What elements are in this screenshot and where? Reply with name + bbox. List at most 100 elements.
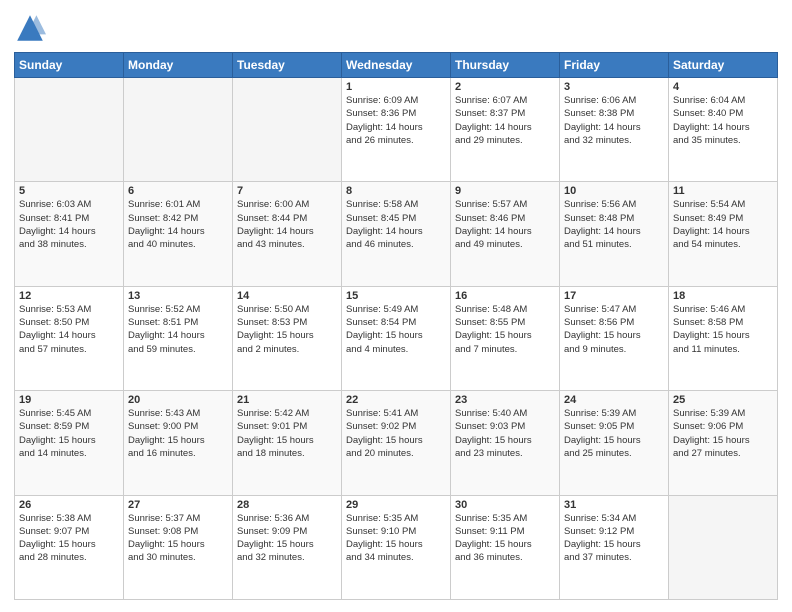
calendar-cell: 6Sunrise: 6:01 AM Sunset: 8:42 PM Daylig… — [124, 182, 233, 286]
logo — [14, 12, 50, 44]
day-info: Sunrise: 6:04 AM Sunset: 8:40 PM Dayligh… — [673, 94, 773, 147]
day-info: Sunrise: 5:39 AM Sunset: 9:05 PM Dayligh… — [564, 407, 664, 460]
day-number: 4 — [673, 81, 773, 93]
calendar-cell: 25Sunrise: 5:39 AM Sunset: 9:06 PM Dayli… — [669, 391, 778, 495]
calendar-cell: 19Sunrise: 5:45 AM Sunset: 8:59 PM Dayli… — [15, 391, 124, 495]
day-number: 22 — [346, 394, 446, 406]
day-number: 27 — [128, 499, 228, 511]
day-info: Sunrise: 5:54 AM Sunset: 8:49 PM Dayligh… — [673, 198, 773, 251]
day-info: Sunrise: 5:48 AM Sunset: 8:55 PM Dayligh… — [455, 303, 555, 356]
day-info: Sunrise: 5:43 AM Sunset: 9:00 PM Dayligh… — [128, 407, 228, 460]
calendar-cell: 22Sunrise: 5:41 AM Sunset: 9:02 PM Dayli… — [342, 391, 451, 495]
day-number: 7 — [237, 185, 337, 197]
day-number: 16 — [455, 290, 555, 302]
day-info: Sunrise: 5:47 AM Sunset: 8:56 PM Dayligh… — [564, 303, 664, 356]
day-number: 11 — [673, 185, 773, 197]
day-info: Sunrise: 5:58 AM Sunset: 8:45 PM Dayligh… — [346, 198, 446, 251]
day-number: 25 — [673, 394, 773, 406]
day-info: Sunrise: 5:42 AM Sunset: 9:01 PM Dayligh… — [237, 407, 337, 460]
day-info: Sunrise: 5:38 AM Sunset: 9:07 PM Dayligh… — [19, 512, 119, 565]
week-row-4: 19Sunrise: 5:45 AM Sunset: 8:59 PM Dayli… — [15, 391, 778, 495]
calendar-cell: 8Sunrise: 5:58 AM Sunset: 8:45 PM Daylig… — [342, 182, 451, 286]
day-number: 9 — [455, 185, 555, 197]
day-info: Sunrise: 5:39 AM Sunset: 9:06 PM Dayligh… — [673, 407, 773, 460]
calendar-cell: 12Sunrise: 5:53 AM Sunset: 8:50 PM Dayli… — [15, 286, 124, 390]
day-number: 3 — [564, 81, 664, 93]
day-number: 14 — [237, 290, 337, 302]
day-info: Sunrise: 5:50 AM Sunset: 8:53 PM Dayligh… — [237, 303, 337, 356]
calendar-cell: 4Sunrise: 6:04 AM Sunset: 8:40 PM Daylig… — [669, 78, 778, 182]
day-info: Sunrise: 6:01 AM Sunset: 8:42 PM Dayligh… — [128, 198, 228, 251]
calendar-table: SundayMondayTuesdayWednesdayThursdayFrid… — [14, 52, 778, 600]
day-number: 28 — [237, 499, 337, 511]
calendar-cell: 18Sunrise: 5:46 AM Sunset: 8:58 PM Dayli… — [669, 286, 778, 390]
day-info: Sunrise: 5:56 AM Sunset: 8:48 PM Dayligh… — [564, 198, 664, 251]
weekday-header-wednesday: Wednesday — [342, 53, 451, 78]
day-info: Sunrise: 5:34 AM Sunset: 9:12 PM Dayligh… — [564, 512, 664, 565]
calendar-cell: 26Sunrise: 5:38 AM Sunset: 9:07 PM Dayli… — [15, 495, 124, 599]
day-number: 18 — [673, 290, 773, 302]
day-info: Sunrise: 6:06 AM Sunset: 8:38 PM Dayligh… — [564, 94, 664, 147]
calendar-cell: 24Sunrise: 5:39 AM Sunset: 9:05 PM Dayli… — [560, 391, 669, 495]
calendar-cell: 21Sunrise: 5:42 AM Sunset: 9:01 PM Dayli… — [233, 391, 342, 495]
calendar-cell: 7Sunrise: 6:00 AM Sunset: 8:44 PM Daylig… — [233, 182, 342, 286]
calendar-cell: 1Sunrise: 6:09 AM Sunset: 8:36 PM Daylig… — [342, 78, 451, 182]
calendar-cell: 15Sunrise: 5:49 AM Sunset: 8:54 PM Dayli… — [342, 286, 451, 390]
calendar-cell: 29Sunrise: 5:35 AM Sunset: 9:10 PM Dayli… — [342, 495, 451, 599]
day-number: 6 — [128, 185, 228, 197]
day-info: Sunrise: 5:37 AM Sunset: 9:08 PM Dayligh… — [128, 512, 228, 565]
day-number: 10 — [564, 185, 664, 197]
day-number: 2 — [455, 81, 555, 93]
page: SundayMondayTuesdayWednesdayThursdayFrid… — [0, 0, 792, 612]
calendar-cell: 5Sunrise: 6:03 AM Sunset: 8:41 PM Daylig… — [15, 182, 124, 286]
day-info: Sunrise: 5:57 AM Sunset: 8:46 PM Dayligh… — [455, 198, 555, 251]
day-info: Sunrise: 6:09 AM Sunset: 8:36 PM Dayligh… — [346, 94, 446, 147]
day-number: 15 — [346, 290, 446, 302]
calendar-cell: 10Sunrise: 5:56 AM Sunset: 8:48 PM Dayli… — [560, 182, 669, 286]
day-number: 5 — [19, 185, 119, 197]
weekday-header-row: SundayMondayTuesdayWednesdayThursdayFrid… — [15, 53, 778, 78]
calendar-cell: 2Sunrise: 6:07 AM Sunset: 8:37 PM Daylig… — [451, 78, 560, 182]
day-number: 8 — [346, 185, 446, 197]
day-info: Sunrise: 5:45 AM Sunset: 8:59 PM Dayligh… — [19, 407, 119, 460]
calendar-cell: 27Sunrise: 5:37 AM Sunset: 9:08 PM Dayli… — [124, 495, 233, 599]
day-info: Sunrise: 6:03 AM Sunset: 8:41 PM Dayligh… — [19, 198, 119, 251]
weekday-header-thursday: Thursday — [451, 53, 560, 78]
day-number: 1 — [346, 81, 446, 93]
day-info: Sunrise: 5:36 AM Sunset: 9:09 PM Dayligh… — [237, 512, 337, 565]
week-row-5: 26Sunrise: 5:38 AM Sunset: 9:07 PM Dayli… — [15, 495, 778, 599]
calendar-cell: 31Sunrise: 5:34 AM Sunset: 9:12 PM Dayli… — [560, 495, 669, 599]
calendar-cell: 11Sunrise: 5:54 AM Sunset: 8:49 PM Dayli… — [669, 182, 778, 286]
weekday-header-friday: Friday — [560, 53, 669, 78]
calendar-cell — [669, 495, 778, 599]
day-number: 20 — [128, 394, 228, 406]
calendar-cell: 28Sunrise: 5:36 AM Sunset: 9:09 PM Dayli… — [233, 495, 342, 599]
calendar-cell: 14Sunrise: 5:50 AM Sunset: 8:53 PM Dayli… — [233, 286, 342, 390]
calendar-cell: 13Sunrise: 5:52 AM Sunset: 8:51 PM Dayli… — [124, 286, 233, 390]
day-info: Sunrise: 5:52 AM Sunset: 8:51 PM Dayligh… — [128, 303, 228, 356]
day-info: Sunrise: 5:41 AM Sunset: 9:02 PM Dayligh… — [346, 407, 446, 460]
calendar-cell: 17Sunrise: 5:47 AM Sunset: 8:56 PM Dayli… — [560, 286, 669, 390]
day-number: 24 — [564, 394, 664, 406]
weekday-header-monday: Monday — [124, 53, 233, 78]
day-info: Sunrise: 5:49 AM Sunset: 8:54 PM Dayligh… — [346, 303, 446, 356]
day-info: Sunrise: 5:35 AM Sunset: 9:10 PM Dayligh… — [346, 512, 446, 565]
day-number: 31 — [564, 499, 664, 511]
calendar-cell — [15, 78, 124, 182]
week-row-3: 12Sunrise: 5:53 AM Sunset: 8:50 PM Dayli… — [15, 286, 778, 390]
day-info: Sunrise: 6:00 AM Sunset: 8:44 PM Dayligh… — [237, 198, 337, 251]
day-number: 12 — [19, 290, 119, 302]
calendar-cell — [233, 78, 342, 182]
week-row-1: 1Sunrise: 6:09 AM Sunset: 8:36 PM Daylig… — [15, 78, 778, 182]
day-number: 17 — [564, 290, 664, 302]
weekday-header-tuesday: Tuesday — [233, 53, 342, 78]
calendar-cell: 30Sunrise: 5:35 AM Sunset: 9:11 PM Dayli… — [451, 495, 560, 599]
day-info: Sunrise: 5:46 AM Sunset: 8:58 PM Dayligh… — [673, 303, 773, 356]
day-number: 29 — [346, 499, 446, 511]
day-info: Sunrise: 6:07 AM Sunset: 8:37 PM Dayligh… — [455, 94, 555, 147]
calendar-cell: 16Sunrise: 5:48 AM Sunset: 8:55 PM Dayli… — [451, 286, 560, 390]
day-number: 30 — [455, 499, 555, 511]
day-info: Sunrise: 5:40 AM Sunset: 9:03 PM Dayligh… — [455, 407, 555, 460]
day-number: 26 — [19, 499, 119, 511]
calendar-cell: 23Sunrise: 5:40 AM Sunset: 9:03 PM Dayli… — [451, 391, 560, 495]
